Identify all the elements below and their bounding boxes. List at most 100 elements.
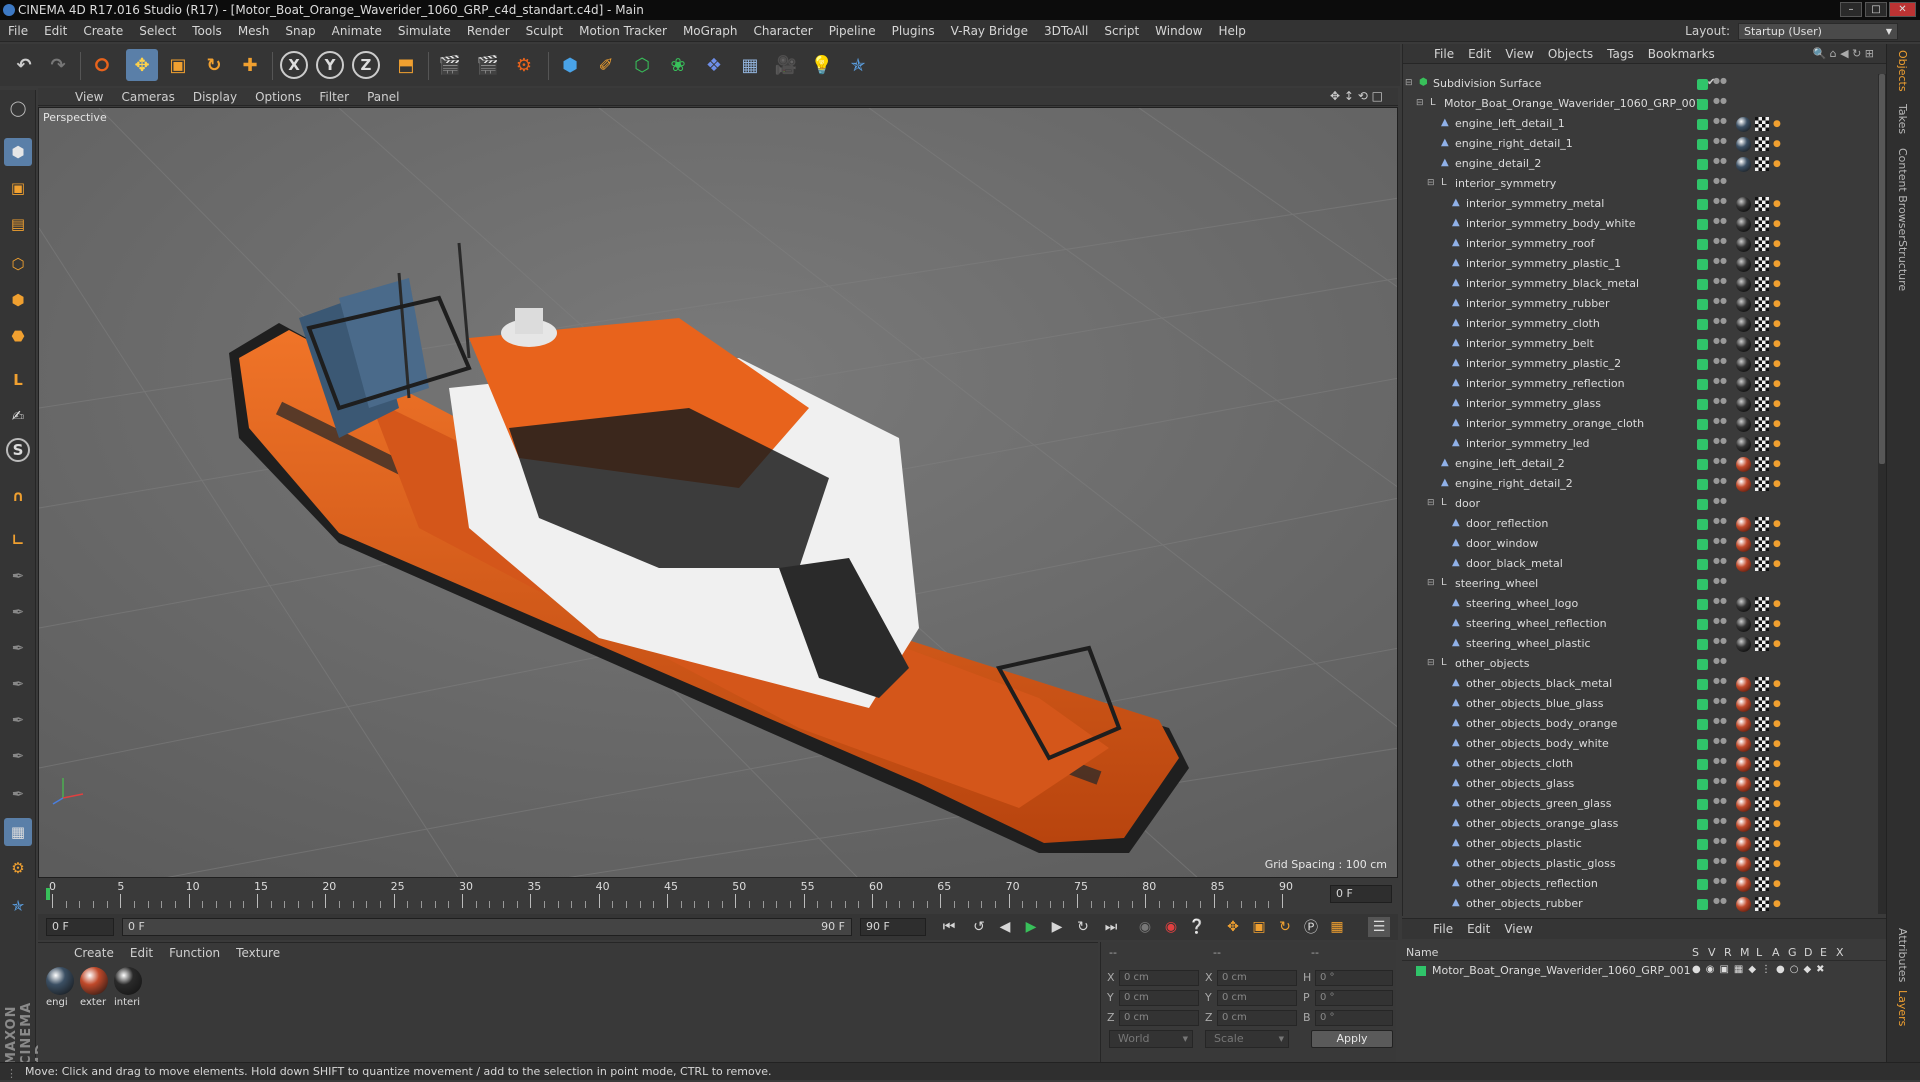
brush-tool-3-icon[interactable]: ✒ [4,634,32,662]
material-tag-icon[interactable] [1736,457,1751,472]
object-row[interactable]: ▲ other_objects_plastic_gloss ●● ● [1403,854,1879,874]
z-axis-lock-icon[interactable]: Z [352,51,380,79]
rotation-field[interactable]: 0 ° [1315,970,1393,986]
material-tag-icon[interactable] [1736,877,1751,892]
phong-tag-icon[interactable]: ● [1773,459,1781,469]
texture-tag-icon[interactable] [1755,377,1769,391]
side-tab-layers[interactable]: Layers [1896,990,1909,1026]
phong-tag-icon[interactable]: ● [1773,419,1781,429]
texture-tag-icon[interactable] [1755,417,1769,431]
object-name[interactable]: other_objects_rubber [1466,897,1583,910]
object-name[interactable]: steering_wheel_plastic [1466,637,1591,650]
pen-spline-icon[interactable]: ✐ [590,49,622,81]
editor-render-dots[interactable]: ●● [1713,577,1727,590]
visibility-toggle[interactable] [1697,359,1708,370]
object-row[interactable]: ▲ interior_symmetry_reflection ●● ● [1403,374,1879,394]
material-tag-icon[interactable] [1736,337,1751,352]
phong-tag-icon[interactable]: ● [1773,199,1781,209]
snap-icon[interactable]: S [6,438,30,462]
object-row[interactable]: ▲ interior_symmetry_roof ●● ● [1403,234,1879,254]
layer-color-swatch[interactable] [1416,966,1426,976]
editor-render-dots[interactable]: ●● [1713,157,1727,170]
menu-file[interactable]: File [0,24,36,38]
editor-render-dots[interactable]: ●● [1713,317,1727,330]
object-name[interactable]: door [1455,497,1480,510]
phong-tag-icon[interactable]: ● [1773,379,1781,389]
phong-tag-icon[interactable]: ● [1773,739,1781,749]
rotation-field[interactable]: 0 ° [1315,1010,1393,1026]
object-name[interactable]: other_objects_green_glass [1466,797,1611,810]
rotation-field[interactable]: 0 ° [1315,990,1393,1006]
layer-column-e[interactable]: E [1820,946,1827,959]
end-frame-field[interactable]: 90 F [860,918,926,936]
viewport-menu-display[interactable]: Display [184,90,246,104]
visibility-toggle[interactable] [1697,119,1708,130]
deformer-icon[interactable]: ❖ [698,49,730,81]
visibility-toggle[interactable] [1697,319,1708,330]
menu-motion-tracker[interactable]: Motion Tracker [571,24,675,38]
scale-tool-icon[interactable]: ▣ [162,49,194,81]
phong-tag-icon[interactable]: ● [1773,279,1781,289]
grid-snap-icon[interactable]: ▦ [4,818,32,846]
object-menu-bookmarks[interactable]: Bookmarks [1641,47,1722,61]
object-name[interactable]: other_objects_reflection [1466,877,1598,890]
editor-render-dots[interactable]: ●● [1713,857,1727,870]
object-row[interactable]: ▲ other_objects_plastic ●● ● [1403,834,1879,854]
texture-tag-icon[interactable] [1755,857,1769,871]
go-to-start-icon[interactable]: ⏮ [938,917,960,937]
object-row[interactable]: ▲ interior_symmetry_cloth ●● ● [1403,314,1879,334]
texture-tag-icon[interactable] [1755,477,1769,491]
menu-tools[interactable]: Tools [184,24,230,38]
visibility-toggle[interactable] [1697,259,1708,270]
texture-tag-icon[interactable] [1755,797,1769,811]
editor-render-dots[interactable]: ●● [1713,797,1727,810]
frame-range-slider[interactable]: 0 F 90 F [122,918,852,936]
tree-toggle-icon[interactable]: ⊟ [1427,658,1435,668]
object-row[interactable]: ⊟ Lother_objects ●● [1403,654,1879,674]
object-menu-edit[interactable]: Edit [1461,47,1498,61]
brush-tool-4-icon[interactable]: ✒ [4,670,32,698]
object-name[interactable]: other_objects_body_white [1466,737,1609,750]
object-name[interactable]: engine_right_detail_1 [1455,137,1573,150]
visibility-toggle[interactable] [1697,99,1708,110]
object-name[interactable]: interior_symmetry_rubber [1466,297,1609,310]
rotate-tool-icon[interactable]: ↻ [198,49,230,81]
texture-tag-icon[interactable] [1755,817,1769,831]
viewport-camera-label[interactable]: Perspective [43,111,107,124]
go-to-end-icon[interactable]: ⏭ [1100,917,1122,937]
visibility-toggle[interactable] [1697,479,1708,490]
material-tag-icon[interactable] [1736,257,1751,272]
workplane-icon[interactable]: ∟ [4,526,32,554]
editor-render-dots[interactable]: ●● [1713,837,1727,850]
object-name[interactable]: other_objects_blue_glass [1466,697,1603,710]
material-menu-edit[interactable]: Edit [122,946,161,960]
phong-tag-icon[interactable]: ● [1773,699,1781,709]
editor-render-dots[interactable]: ●● [1713,497,1727,510]
editor-render-dots[interactable]: ●● [1713,717,1727,730]
minimize-button[interactable]: – [1840,2,1862,17]
object-name[interactable]: other_objects_glass [1466,777,1574,790]
visibility-toggle[interactable] [1697,559,1708,570]
texture-tag-icon[interactable] [1755,397,1769,411]
visibility-toggle[interactable] [1697,419,1708,430]
menu-character[interactable]: Character [745,24,820,38]
texture-tag-icon[interactable] [1755,437,1769,451]
light-icon[interactable]: 💡 [806,49,838,81]
object-name[interactable]: interior_symmetry_metal [1466,197,1604,210]
visibility-toggle[interactable] [1697,879,1708,890]
material-tag-icon[interactable] [1736,597,1751,612]
current-frame-field[interactable]: 0 F [1330,885,1392,903]
object-row[interactable]: ▲ engine_left_detail_1 ●● ● [1403,114,1879,134]
menu-help[interactable]: Help [1210,24,1253,38]
visibility-toggle[interactable] [1697,639,1708,650]
editor-render-dots[interactable]: ●● [1713,517,1727,530]
object-name[interactable]: other_objects_plastic_gloss [1466,857,1616,870]
object-menu-file[interactable]: File [1427,47,1461,61]
object-row[interactable]: ▲ other_objects_black_metal ●● ● [1403,674,1879,694]
brush-tool-5-icon[interactable]: ✒ [4,706,32,734]
texture-tag-icon[interactable] [1755,457,1769,471]
object-name[interactable]: steering_wheel_logo [1466,597,1578,610]
phong-tag-icon[interactable]: ● [1773,879,1781,889]
3d-viewport[interactable]: Perspective Grid Spacing : 100 cm [38,107,1398,878]
object-row[interactable]: ▲ interior_symmetry_plastic_1 ●● ● [1403,254,1879,274]
